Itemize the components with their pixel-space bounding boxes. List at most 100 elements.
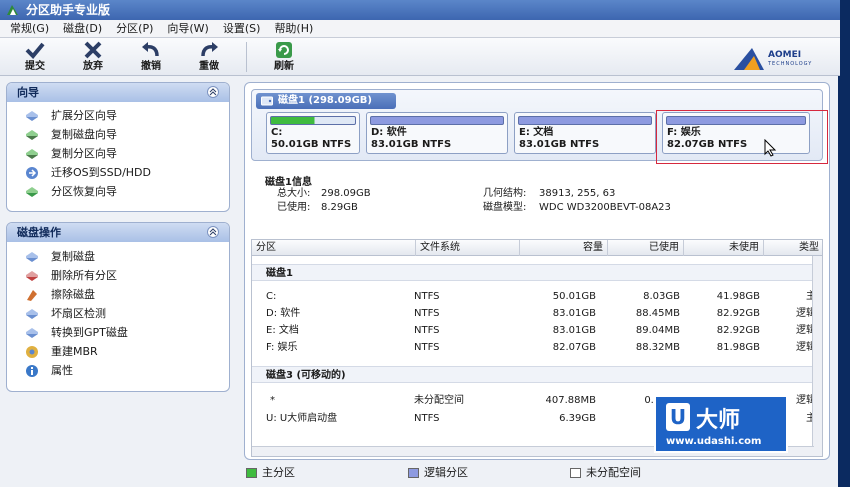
col-free[interactable]: 未使用	[684, 240, 764, 256]
cell-type: 逻辑	[796, 308, 816, 319]
op-bad-sector-check[interactable]: 坏扇区检测	[7, 304, 229, 323]
toolbar-separator	[246, 42, 247, 72]
cell-fs: NTFS	[414, 325, 440, 336]
table-header: 分区 文件系统 容量 已使用 未使用 类型	[252, 240, 822, 256]
disk-ops-panel-header[interactable]: 磁盘操作	[7, 223, 229, 242]
wizard-partition-recovery[interactable]: 分区恢复向导	[7, 182, 229, 201]
partition-usage-bar	[370, 116, 504, 125]
op-rebuild-mbr[interactable]: 重建MBR	[7, 342, 229, 361]
refresh-label: 刷新	[274, 61, 294, 72]
partition-usage-bar	[270, 116, 356, 125]
disk-extend-icon	[26, 111, 38, 121]
wizard-item-label: 分区恢复向导	[51, 185, 117, 198]
table-row[interactable]: E: 文档 NTFS 83.01GB 89.04MB 82.92GB 逻辑	[252, 322, 822, 339]
legend-swatch	[246, 468, 257, 478]
table-row[interactable]: C: NTFS 50.01GB 8.03GB 41.98GB 主	[252, 288, 822, 305]
partition-block-c[interactable]: C: 50.01GB NTFS	[266, 112, 360, 154]
menu-wizard[interactable]: 向导(W)	[167, 20, 208, 37]
cell-fs: NTFS	[414, 291, 440, 302]
table-section-disk1[interactable]: 磁盘1	[252, 264, 822, 281]
total-size-value: 298.09GB	[321, 188, 371, 199]
cell-partition: E: 文档	[266, 325, 299, 336]
window-title: 分区助手专业版	[26, 3, 111, 17]
partition-block-d[interactable]: D: 软件 83.01GB NTFS	[366, 112, 508, 154]
commit-button[interactable]: 提交	[6, 38, 64, 76]
menu-disk[interactable]: 磁盘(D)	[63, 20, 102, 37]
op-convert-gpt[interactable]: 转换到GPT磁盘	[7, 323, 229, 342]
model-label: 磁盘模型:	[483, 202, 527, 213]
mouse-cursor-icon	[764, 139, 777, 157]
legend-unallocated: 未分配空间	[570, 466, 641, 480]
used-value: 8.29GB	[321, 202, 358, 213]
undo-button[interactable]: 撤销	[122, 38, 180, 76]
app-window: 分区助手专业版 常规(G) 磁盘(D) 分区(P) 向导(W) 设置(S) 帮助…	[0, 0, 840, 487]
vertical-scrollbar[interactable]	[812, 256, 822, 456]
rebuild-mbr-icon	[26, 346, 38, 358]
op-wipe-disk[interactable]: 擦除磁盘	[7, 285, 229, 304]
brand-logo: AOMEI TECHNOLOGY	[732, 46, 822, 72]
watermark-letter: U	[666, 403, 690, 431]
cell-capacity: 83.01GB	[552, 308, 596, 319]
menu-help[interactable]: 帮助(H)	[274, 20, 313, 37]
partition-size: 50.01GB NTFS	[271, 139, 352, 150]
menu-partition[interactable]: 分区(P)	[116, 20, 153, 37]
op-copy-disk[interactable]: 复制磁盘	[7, 247, 229, 266]
delete-partitions-icon	[26, 271, 38, 281]
cell-free: 81.98GB	[716, 342, 760, 353]
disk-map-header[interactable]: 磁盘1 (298.09GB)	[256, 93, 396, 109]
menu-bar: 常规(G) 磁盘(D) 分区(P) 向导(W) 设置(S) 帮助(H)	[0, 20, 840, 38]
brand-sub: TECHNOLOGY	[768, 61, 813, 67]
refresh-button[interactable]: 刷新	[255, 38, 313, 76]
table-row[interactable]: D: 软件 NTFS 83.01GB 88.45MB 82.92GB 逻辑	[252, 305, 822, 322]
partition-block-e[interactable]: E: 文档 83.01GB NTFS	[514, 112, 656, 154]
wizard-copy-disk[interactable]: 复制磁盘向导	[7, 125, 229, 144]
wizard-panel-title: 向导	[17, 86, 39, 99]
redo-button[interactable]: 重做	[180, 38, 238, 76]
cell-partition: *	[270, 395, 275, 406]
col-partition[interactable]: 分区	[252, 240, 416, 256]
redo-label: 重做	[199, 61, 219, 72]
menu-general[interactable]: 常规(G)	[10, 20, 49, 37]
op-delete-all-partitions[interactable]: 删除所有分区	[7, 266, 229, 285]
wizard-item-label: 扩展分区向导	[51, 109, 117, 122]
chevron-up-icon[interactable]	[207, 86, 219, 98]
menu-settings[interactable]: 设置(S)	[223, 20, 261, 37]
table-section-disk3[interactable]: 磁盘3 (可移动的)	[252, 366, 822, 383]
wizard-item-label: 迁移OS到SSD/HDD	[51, 166, 151, 179]
op-item-label: 复制磁盘	[51, 250, 95, 263]
app-logo-icon	[7, 5, 18, 15]
op-item-label: 坏扇区检测	[51, 307, 106, 320]
wizard-panel-header[interactable]: 向导	[7, 83, 229, 102]
cell-free: 82.92GB	[716, 308, 760, 319]
total-size-label: 总大小:	[277, 188, 311, 199]
op-item-label: 重建MBR	[51, 345, 98, 358]
op-item-label: 删除所有分区	[51, 269, 117, 282]
op-properties[interactable]: 属性	[7, 361, 229, 380]
model-value: WDC WD3200BEVT-08A23	[539, 202, 671, 213]
section-title: 磁盘3 (可移动的)	[266, 370, 346, 381]
cell-partition: U: U大师启动盘	[266, 413, 338, 424]
col-used[interactable]: 已使用	[608, 240, 684, 256]
undo-icon	[142, 42, 159, 57]
cell-fs: NTFS	[414, 342, 440, 353]
col-capacity[interactable]: 容量	[520, 240, 608, 256]
wizard-migrate-os[interactable]: 迁移OS到SSD/HDD	[7, 163, 229, 182]
partition-label: D: 软件	[371, 127, 407, 138]
partition-size: 83.01GB NTFS	[371, 139, 452, 150]
cell-capacity: 50.01GB	[552, 291, 596, 302]
aomei-logo-icon	[734, 48, 764, 70]
wizard-copy-partition[interactable]: 复制分区向导	[7, 144, 229, 163]
discard-button[interactable]: 放弃	[64, 38, 122, 76]
col-type[interactable]: 类型	[764, 240, 822, 256]
partition-usage-bar	[518, 116, 652, 125]
wizard-extend-partition[interactable]: 扩展分区向导	[7, 106, 229, 125]
table-row[interactable]: F: 娱乐 NTFS 82.07GB 88.32MB 81.98GB 逻辑	[252, 339, 822, 356]
col-filesystem[interactable]: 文件系统	[416, 240, 520, 256]
convert-icon	[26, 328, 38, 338]
cell-free: 41.98GB	[716, 291, 760, 302]
title-bar: 分区助手专业版	[0, 0, 840, 20]
legend-swatch	[408, 468, 419, 478]
chevron-up-icon[interactable]	[207, 226, 219, 238]
wizard-panel: 向导 扩展分区向导 复制磁盘向导 复制分区向导 迁移OS到SSD/HDD 分区恢…	[6, 82, 230, 212]
wipe-icon	[27, 290, 37, 301]
